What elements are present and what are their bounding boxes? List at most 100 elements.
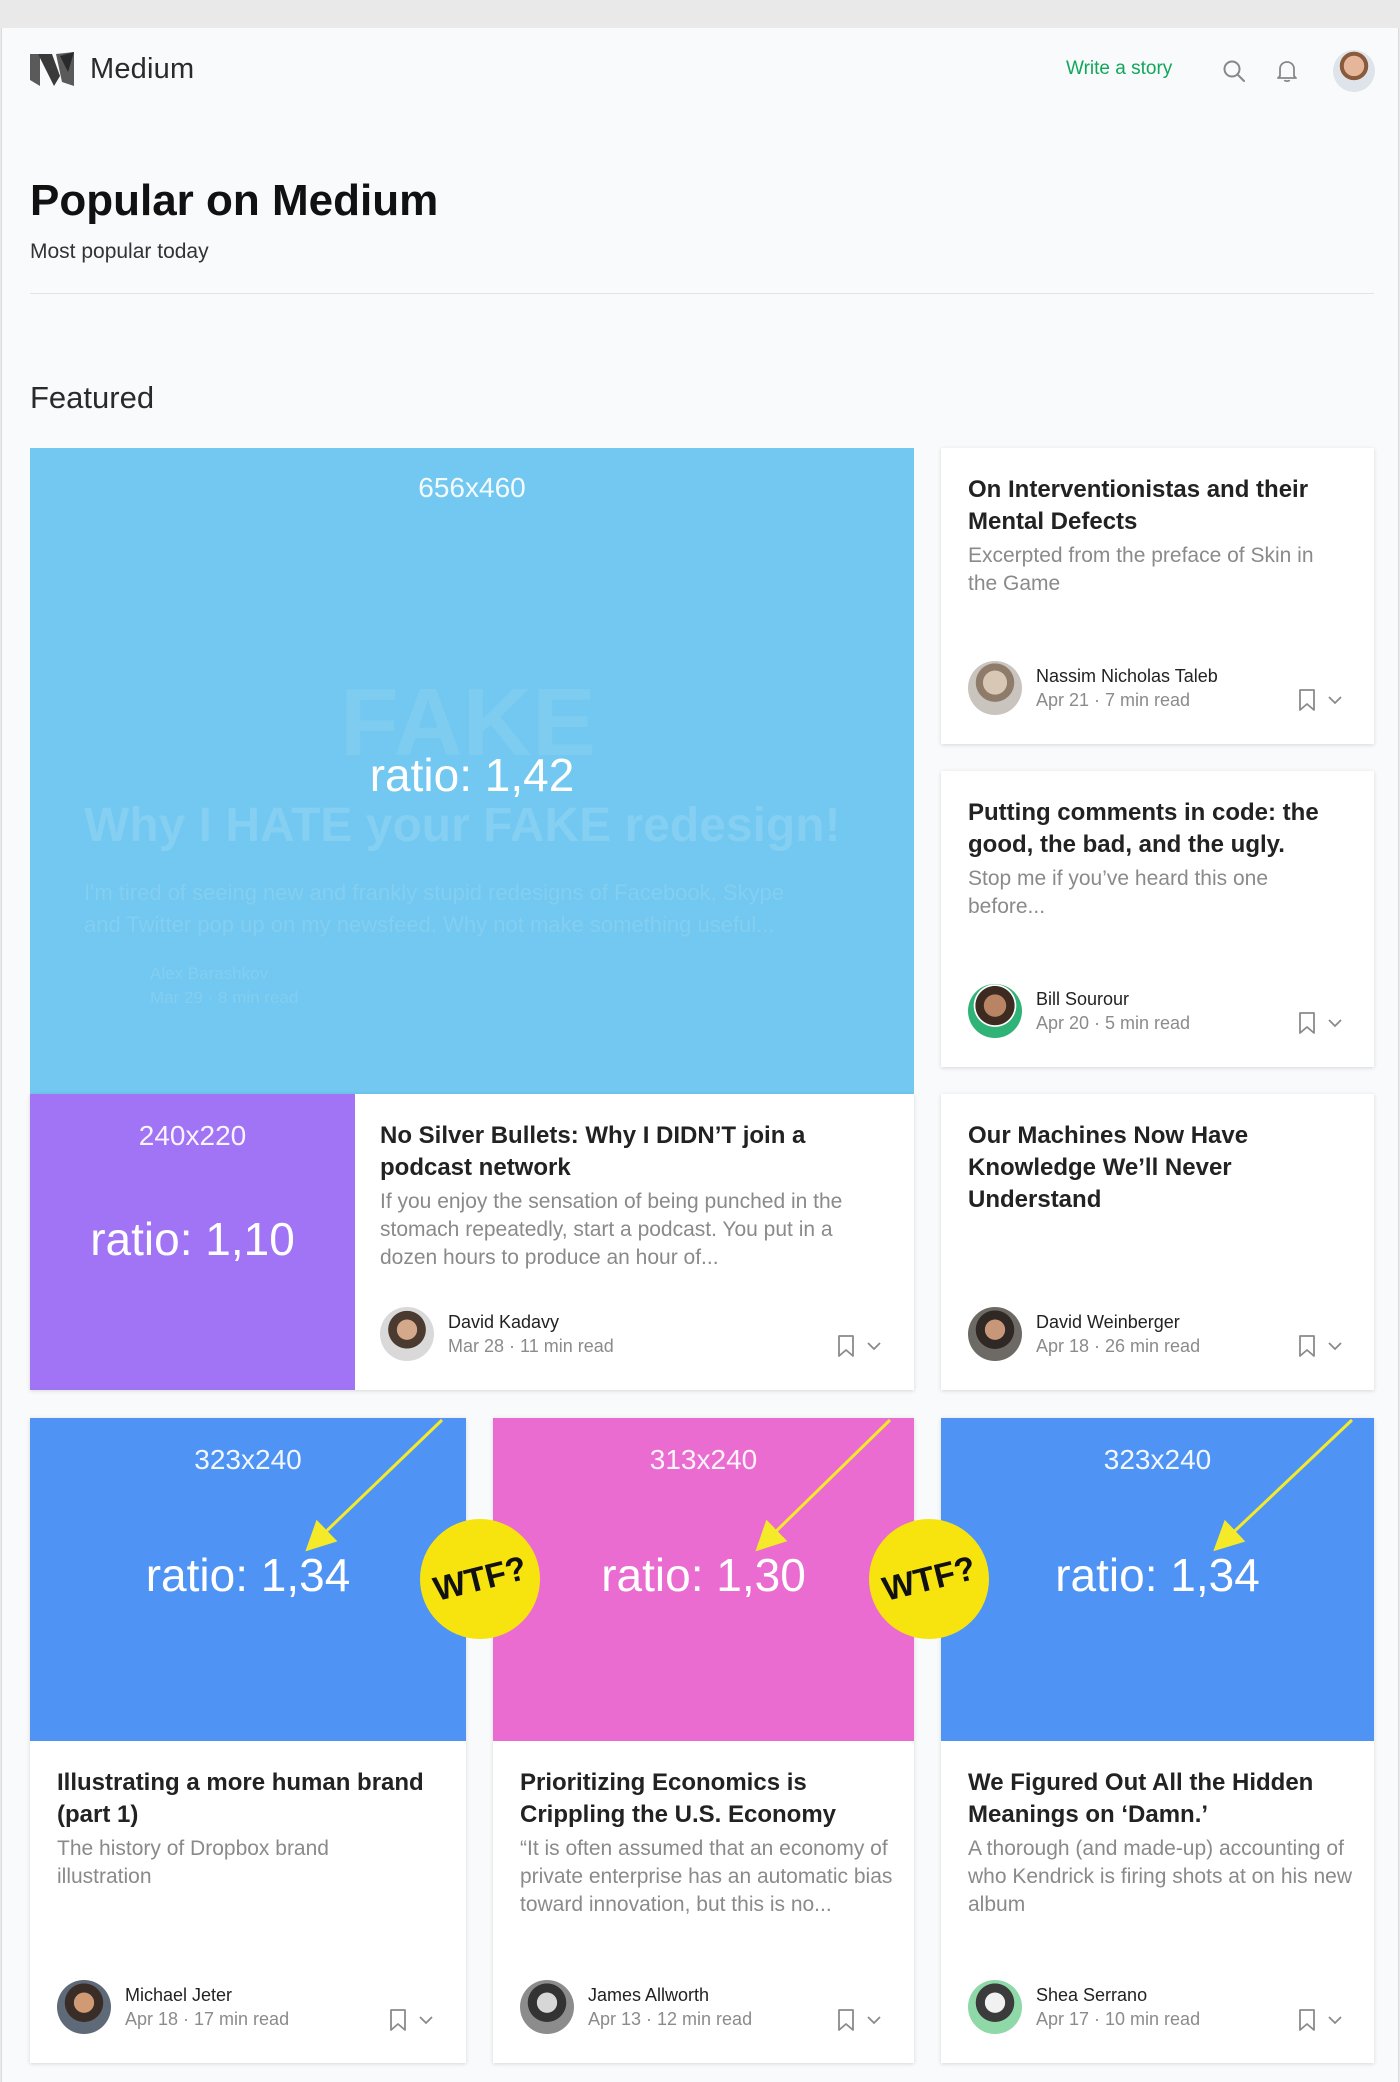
ghost-date: Mar 29 · 8 min read bbox=[150, 988, 299, 1007]
story-excerpt: Excerpted from the preface of Skin in th… bbox=[968, 544, 1314, 595]
author-name[interactable]: David Kadavy bbox=[448, 1310, 614, 1334]
author-block: Michael Jeter Apr 18 · 17 min read bbox=[57, 1980, 289, 2034]
author-name[interactable]: James Allworth bbox=[588, 1983, 752, 2007]
author-block: Shea Serrano Apr 17 · 10 min read bbox=[968, 1980, 1200, 2034]
author-block: Bill Sourour Apr 20 · 5 min read bbox=[968, 984, 1190, 1038]
post-date: Apr 20 · 5 min read bbox=[1036, 1013, 1191, 1033]
author-name[interactable]: Shea Serrano bbox=[1036, 1983, 1200, 2007]
avatar[interactable] bbox=[968, 1307, 1022, 1361]
author-name[interactable]: David Weinberger bbox=[1036, 1310, 1200, 1334]
story-card[interactable]: On Interventionistas and their Mental De… bbox=[941, 448, 1374, 744]
avatar[interactable] bbox=[968, 1980, 1022, 2034]
story-actions bbox=[836, 1334, 884, 1358]
image-ratio: ratio: 1,10 bbox=[90, 1213, 295, 1265]
avatar[interactable] bbox=[57, 1980, 111, 2034]
featured-card[interactable]: FAKE Why I HATE your FAKE redesign! I'm … bbox=[30, 448, 914, 1095]
chevron-down-icon[interactable] bbox=[1325, 690, 1345, 710]
bookmark-icon[interactable] bbox=[1297, 688, 1317, 712]
wtf-badge: WTF? bbox=[869, 1519, 989, 1639]
story-image-placeholder: 323x240 ratio: 1,34 bbox=[941, 1418, 1374, 1741]
medium-logo-icon bbox=[30, 52, 74, 86]
story-title[interactable]: We Figured Out All the Hidden Meanings o… bbox=[968, 1767, 1338, 1831]
story-actions bbox=[836, 2008, 884, 2032]
post-date: Apr 13 · 12 min read bbox=[588, 2009, 753, 2029]
home-logo[interactable]: Medium bbox=[30, 52, 194, 86]
post-date: Apr 18 · 17 min read bbox=[125, 2009, 290, 2029]
logo-text: Medium bbox=[90, 52, 195, 85]
section-title: Featured bbox=[30, 380, 155, 415]
bookmark-icon[interactable] bbox=[1297, 2008, 1317, 2032]
story-image-placeholder: 313x240 ratio: 1,30 bbox=[493, 1418, 914, 1741]
chevron-down-icon[interactable] bbox=[416, 2010, 436, 2030]
story-card[interactable]: Putting comments in code: the good, the … bbox=[941, 771, 1374, 1067]
story-title[interactable]: Illustrating a more human brand (part 1) bbox=[57, 1767, 447, 1831]
story-image-placeholder: 323x240 ratio: 1,34 bbox=[30, 1418, 466, 1741]
image-ratio: ratio: 1,34 bbox=[145, 1549, 351, 1601]
author-name[interactable]: Bill Sourour bbox=[1036, 987, 1190, 1011]
chevron-down-icon[interactable] bbox=[864, 2010, 884, 2030]
story-actions bbox=[1297, 1334, 1345, 1358]
post-date: Mar 28 · 11 min read bbox=[448, 1336, 614, 1356]
chevron-down-icon[interactable] bbox=[1325, 1013, 1345, 1033]
write-story-link[interactable]: Write a story bbox=[1066, 58, 1172, 80]
bell-icon[interactable] bbox=[1274, 58, 1300, 84]
story-image-placeholder: 240x220 ratio: 1,10 bbox=[30, 1094, 355, 1390]
story-actions bbox=[1297, 2008, 1345, 2032]
ghost-title: Why I HATE your FAKE redesign! bbox=[84, 799, 841, 852]
ghost-excerpt-line: I'm tired of seeing new and frankly stup… bbox=[84, 880, 785, 905]
post-date: Apr 21 · 7 min read bbox=[1036, 690, 1191, 710]
page-subtitle: Most popular today bbox=[30, 240, 209, 263]
story-excerpt: “It is often assumed that an economy of … bbox=[520, 1837, 893, 1916]
bookmark-icon[interactable] bbox=[1297, 1334, 1317, 1358]
wtf-badge: WTF? bbox=[420, 1519, 540, 1639]
story-title[interactable]: On Interventionistas and their Mental De… bbox=[968, 474, 1348, 538]
avatar[interactable] bbox=[968, 661, 1022, 715]
image-dimensions: 656x460 bbox=[418, 472, 526, 503]
story-excerpt: If you enjoy the sensation of being punc… bbox=[380, 1190, 843, 1269]
author-block: David Weinberger Apr 18 · 26 min read bbox=[968, 1307, 1200, 1361]
story-excerpt: Stop me if you’ve heard this one before.… bbox=[968, 867, 1269, 918]
story-title[interactable]: Putting comments in code: the good, the … bbox=[968, 797, 1348, 861]
story-title[interactable]: Our Machines Now Have Knowledge We’ll Ne… bbox=[968, 1120, 1288, 1216]
ghost-excerpt-line: and Twitter pop up on my newsfeed. Why n… bbox=[84, 912, 775, 937]
bookmark-icon[interactable] bbox=[388, 2008, 408, 2032]
story-card[interactable]: 323x240 ratio: 1,34 Illustrating a more … bbox=[30, 1418, 466, 2063]
story-card[interactable]: Our Machines Now Have Knowledge We’ll Ne… bbox=[941, 1094, 1374, 1390]
story-actions bbox=[1297, 1011, 1345, 1035]
story-title[interactable]: No Silver Bullets: Why I DIDN’T join a p… bbox=[380, 1120, 880, 1184]
bookmark-icon[interactable] bbox=[836, 2008, 856, 2032]
story-title[interactable]: Prioritizing Economics is Crippling the … bbox=[520, 1767, 850, 1831]
image-dimensions: 313x240 bbox=[649, 1444, 758, 1475]
avatar[interactable] bbox=[968, 984, 1022, 1038]
chevron-down-icon[interactable] bbox=[1325, 1336, 1345, 1356]
story-card-wide[interactable]: 240x220 ratio: 1,10 No Silver Bullets: W… bbox=[30, 1094, 914, 1390]
image-dimensions: 323x240 bbox=[1103, 1444, 1212, 1475]
story-excerpt: A thorough (and made-up) accounting of w… bbox=[968, 1837, 1353, 1916]
bookmark-icon[interactable] bbox=[1297, 1011, 1317, 1035]
post-date: Apr 17 · 10 min read bbox=[1036, 2009, 1201, 2029]
bookmark-icon[interactable] bbox=[836, 1334, 856, 1358]
chevron-down-icon[interactable] bbox=[864, 1336, 884, 1356]
story-actions bbox=[388, 2008, 436, 2032]
image-dimensions: 240x220 bbox=[138, 1120, 247, 1151]
author-block: James Allworth Apr 13 · 12 min read bbox=[520, 1980, 752, 2034]
page-title: Popular on Medium bbox=[30, 176, 439, 225]
author-name[interactable]: Michael Jeter bbox=[125, 1983, 289, 2007]
top-bar: Medium Write a story bbox=[2, 28, 1398, 112]
author-block: David Kadavy Mar 28 · 11 min read bbox=[380, 1307, 614, 1361]
story-excerpt: The history of Dropbox brand illustratio… bbox=[57, 1837, 329, 1888]
wtf-badge-text: WTF? bbox=[429, 1548, 531, 1609]
avatar[interactable] bbox=[1333, 50, 1375, 92]
image-ratio: ratio: 1,34 bbox=[1055, 1549, 1260, 1601]
chevron-down-icon[interactable] bbox=[1325, 2010, 1345, 2030]
author-block: Nassim Nicholas Taleb Apr 21 · 7 min rea… bbox=[968, 661, 1218, 715]
image-ratio: ratio: 1,30 bbox=[601, 1549, 806, 1601]
image-ratio: ratio: 1,42 bbox=[369, 749, 575, 801]
author-name[interactable]: Nassim Nicholas Taleb bbox=[1036, 664, 1218, 688]
post-date: Apr 18 · 26 min read bbox=[1036, 1336, 1201, 1356]
avatar[interactable] bbox=[520, 1980, 574, 2034]
search-icon[interactable] bbox=[1221, 58, 1247, 84]
story-card[interactable]: 313x240 ratio: 1,30 Prioritizing Economi… bbox=[493, 1418, 914, 2063]
story-card[interactable]: 323x240 ratio: 1,34 We Figured Out All t… bbox=[941, 1418, 1374, 2063]
avatar[interactable] bbox=[380, 1307, 434, 1361]
